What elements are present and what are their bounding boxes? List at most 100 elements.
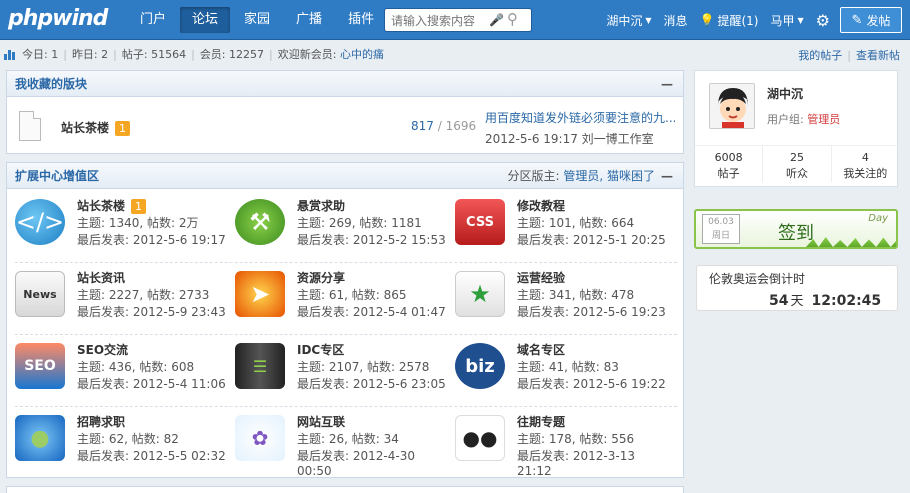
last-post-link[interactable]: 用百度知道发外链必须要注意的九... — [485, 109, 675, 126]
forum-name: 往期专题 — [517, 415, 566, 429]
growth-chart-icon: ★ — [455, 271, 505, 317]
forum-cell[interactable]: ⚒ 悬赏求助 主题: 269, 帖数: 1181 最后发表: 2012-5-2 … — [227, 193, 447, 265]
forum-cell[interactable]: </> 站长茶楼 1 主题: 1340, 帖数: 2万 最后发表: 2012-5-… — [7, 193, 227, 265]
nav-plugins[interactable]: 插件 — [336, 7, 386, 33]
search-icon[interactable]: ⚲ — [507, 10, 518, 28]
remind-link[interactable]: 💡 提醒(1) — [700, 12, 759, 29]
stat-posts[interactable]: 6008 帖子 — [695, 146, 762, 182]
moderator-label: 分区版主: — [507, 169, 560, 183]
network-icon: ✿ — [235, 415, 285, 461]
countdown-title: 伦敦奥运会倒计时 — [709, 272, 806, 286]
forum-last-post: 最后发表: 2012-5-6 19:17 — [77, 233, 226, 247]
forum-name: 修改教程 — [517, 199, 566, 213]
topic-count: 817 — [411, 119, 434, 133]
forum-name: 站长资讯 — [77, 271, 126, 285]
nav-forum[interactable]: 论坛 — [180, 7, 231, 33]
avatar[interactable] — [709, 83, 755, 129]
yesterday-count: 2 — [101, 47, 109, 61]
forum-cell[interactable]: ● 招聘求职 主题: 62, 帖数: 82 最后发表: 2012-5-5 02:… — [7, 409, 227, 481]
rocket-icon: ➤ — [235, 271, 285, 317]
user-nav: 湖中沉 ▼ 消息 💡 提醒(1) 马甲 ▼ ⚙ ✎ 发帖 — [606, 0, 910, 40]
stat-follow[interactable]: 4 我关注的 — [830, 146, 899, 182]
forum-name: 网站互联 — [297, 415, 346, 429]
forum-name: 招聘求职 — [77, 415, 126, 429]
forum-last-post: 最后发表: 2012-5-6 19:23 — [517, 305, 666, 319]
checkin-date: 06.03 — [708, 217, 734, 227]
checkin-button[interactable]: 06.03 周日 签到 Day — [694, 209, 898, 249]
moderator-links[interactable]: 管理员, 猫咪困了 — [563, 169, 655, 183]
nav-portal[interactable]: 门户 — [128, 7, 178, 33]
stat-posts-value: 6008 — [714, 151, 743, 164]
quick-links: 我的帖子 | 查看新帖 — [798, 49, 900, 62]
search-input[interactable] — [391, 12, 491, 29]
horse-menu[interactable]: 马甲 ▼ — [770, 12, 803, 29]
my-posts-link[interactable]: 我的帖子 — [798, 49, 842, 62]
countdown-time: 12:02:45 — [811, 293, 882, 309]
stat-follow-label: 我关注的 — [843, 167, 888, 180]
forum-cell[interactable]: ★ 运营经验 主题: 341, 帖数: 478 最后发表: 2012-5-6 1… — [447, 265, 667, 337]
forum-stats: 主题: 101, 帖数: 664 — [517, 216, 635, 230]
search-box: 🎤 ⚲ — [384, 8, 532, 32]
forum-last-post: 最后发表: 2012-5-2 15:53 — [297, 233, 446, 247]
forum-stats: 主题: 61, 帖数: 865 — [297, 288, 407, 302]
forum-name: 资源分享 — [297, 271, 346, 285]
forum-stats: 主题: 436, 帖数: 608 — [77, 360, 195, 374]
last-post-meta: 2012-5-6 19:17 刘一博工作室 — [485, 132, 654, 146]
forum-cell[interactable]: CSS 修改教程 主题: 101, 帖数: 664 最后发表: 2012-5-1… — [447, 193, 667, 265]
forum-last-post: 最后发表: 2012-5-1 20:25 — [517, 233, 666, 247]
username-menu[interactable]: 湖中沉 ▼ — [606, 12, 651, 29]
favorite-forum-label: 站长茶楼 — [61, 121, 110, 135]
nav-home[interactable]: 家园 — [232, 7, 282, 33]
forum-name-label: 站长茶楼 — [77, 199, 126, 213]
forum-last-post: 最后发表: 2012-5-6 19:22 — [517, 377, 666, 391]
forum-last-post: 最后发表: 2012-5-5 02:32 — [77, 449, 226, 463]
grass-decoration — [806, 237, 896, 247]
new-member-link[interactable]: 心中的痛 — [340, 46, 384, 62]
forum-cell[interactable]: News 站长资讯 主题: 2227, 帖数: 2733 最后发表: 2012-… — [7, 265, 227, 337]
favorites-header: 我收藏的版块 — — [7, 71, 683, 97]
countdown-value: 54 天 12:02:45 — [769, 290, 881, 309]
stat-fans[interactable]: 25 听众 — [762, 146, 830, 182]
forum-stats: 主题: 341, 帖数: 478 — [517, 288, 635, 302]
forum-name: SEO交流 — [77, 343, 129, 357]
post-button[interactable]: ✎ 发帖 — [840, 7, 902, 33]
profile-name[interactable]: 湖中沉 — [767, 85, 803, 102]
people-icon: ● — [15, 415, 65, 461]
profile-stats: 6008 帖子 25 听众 4 我关注的 — [695, 145, 899, 182]
nav-broadcast[interactable]: 广播 — [284, 7, 334, 33]
new-posts-link[interactable]: 查看新帖 — [856, 49, 900, 62]
members-count: 12257 — [229, 47, 265, 61]
forum-stats: 主题: 26, 帖数: 34 — [297, 432, 399, 446]
site-logo[interactable]: phpwind — [8, 6, 108, 31]
forum-last-post: 最后发表: 2012-5-4 01:47 — [297, 305, 446, 319]
members-label: 会员: — [199, 48, 226, 61]
olympics-countdown: 伦敦奥运会倒计时 54 天 12:02:45 — [696, 265, 898, 311]
bulb-icon: 💡 — [699, 13, 715, 27]
forum-cell[interactable]: biz 域名专区 主题: 41, 帖数: 83 最后发表: 2012-5-6 1… — [447, 337, 667, 409]
group-value: 管理员 — [807, 113, 841, 126]
forum-cell[interactable]: ✿ 网站互联 主题: 26, 帖数: 34 最后发表: 2012-4-30 00… — [227, 409, 447, 481]
gear-icon[interactable]: ⚙ — [816, 11, 830, 30]
group-label: 用户组: — [767, 113, 804, 126]
count-separator: / — [437, 119, 442, 133]
forum-cell[interactable]: SEO SEO交流 主题: 436, 帖数: 608 最后发表: 2012-5-… — [7, 337, 227, 409]
profile-card: 湖中沉 用户组: 管理员 6008 帖子 25 听众 4 我关注的 — [694, 70, 899, 187]
new-count-badge: 1 — [131, 199, 147, 214]
messages-link[interactable]: 消息 — [664, 12, 688, 29]
collapse-icon[interactable]: — — [661, 71, 673, 97]
forum-cell[interactable]: ●● 往期专题 主题: 178, 帖数: 556 最后发表: 2012-3-13… — [447, 409, 667, 481]
today-count: 1 — [51, 47, 59, 61]
microphone-icon[interactable]: 🎤 — [489, 13, 504, 27]
favorite-forum-row: 站长茶楼 1 817 / 1696 用百度知道发外链必须要注意的九... 2012… — [15, 107, 675, 147]
forum-last-post: 最后发表: 2012-3-13 21:12 — [517, 449, 635, 478]
extension-panel: 扩展中心增值区 分区版主: 管理员, 猫咪困了 — </> 站长茶楼 1 主题: … — [6, 162, 684, 478]
forum-stats: 主题: 62, 帖数: 82 — [77, 432, 179, 446]
last-post: 用百度知道发外链必须要注意的九... 2012-5-6 19:17 刘一博工作室 — [485, 109, 675, 147]
favorite-forum-name[interactable]: 站长茶楼 1 — [61, 119, 131, 136]
forum-last-post: 最后发表: 2012-5-4 11:06 — [77, 377, 226, 391]
post-button-label: 发帖 — [866, 13, 891, 28]
post-count: 1696 — [445, 119, 477, 133]
collapse-icon[interactable]: — — [661, 163, 673, 189]
forum-cell[interactable]: ☰ IDC专区 主题: 2107, 帖数: 2578 最后发表: 2012-5-… — [227, 337, 447, 409]
forum-cell[interactable]: ➤ 资源分享 主题: 61, 帖数: 865 最后发表: 2012-5-4 01… — [227, 265, 447, 337]
